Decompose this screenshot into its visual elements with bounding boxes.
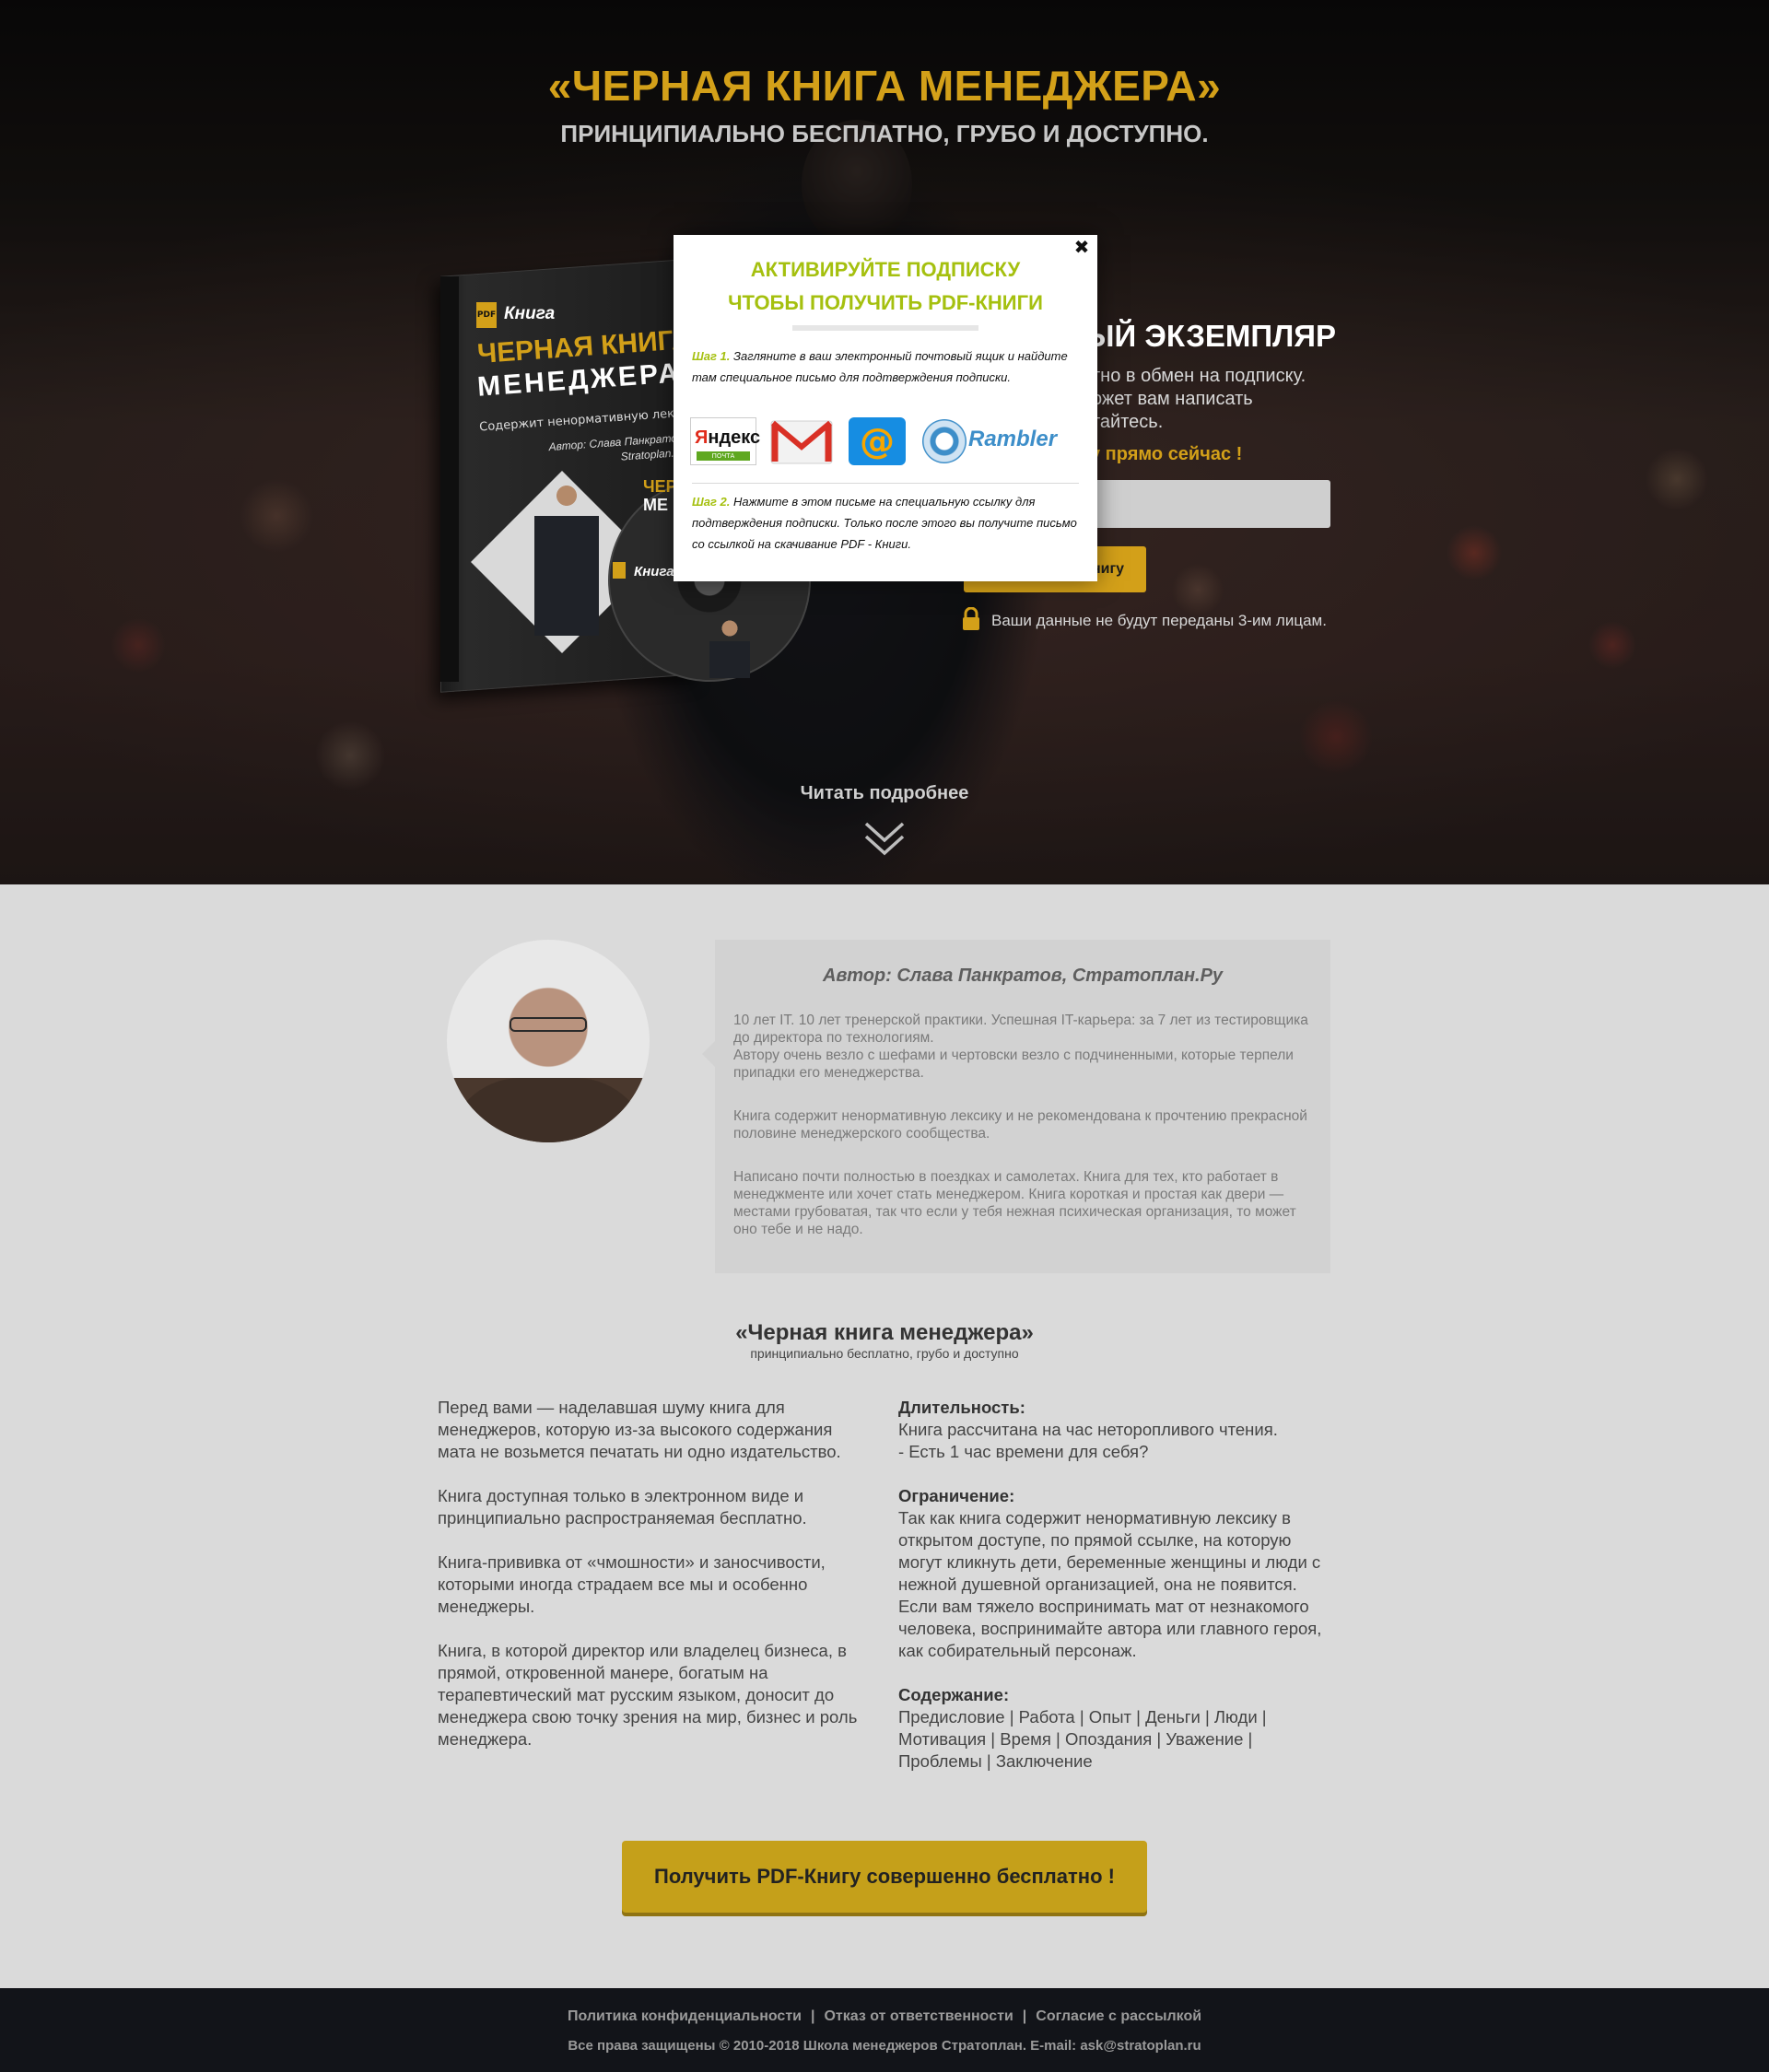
modal-step-2: Шаг 2. Нажмите в этом письме на специаль… xyxy=(692,491,1079,555)
modal-title-line2: ЧТОБЫ ПОЛУЧИТЬ PDF-КНИГИ xyxy=(728,291,1043,314)
privacy-note: Ваши данные не будут переданы 3-им лицам… xyxy=(991,612,1327,629)
rambler-logo-mark xyxy=(922,419,967,463)
newsletter-consent-link[interactable]: Согласие с рассылкой xyxy=(1036,2008,1201,2024)
get-pdf-button[interactable]: Получить PDF-Книгу совершенно бесплатно … xyxy=(622,1841,1147,1913)
footer-links: Политика конфиденциальности | Отказ от отв… xyxy=(0,2008,1769,2025)
author-bio-3: Книга содержит ненормативную лексику и н… xyxy=(733,1108,1307,1141)
hero-title: «ЧЕРНАЯ КНИГА МЕНЕДЖЕРА» xyxy=(547,62,1222,110)
contents-text: Предисловие | Работа | Опыт | Деньги | Л… xyxy=(898,1707,1267,1771)
read-more-link[interactable]: Читать подробнее xyxy=(0,783,1769,804)
description-right: Длительность: Книга рассчитана на час не… xyxy=(898,1397,1331,1795)
book-author-figure xyxy=(534,470,599,636)
avatar xyxy=(447,940,650,1142)
mail-services: Яндекс ПОЧТА @ Rambler xyxy=(690,417,1077,469)
book-spine xyxy=(440,276,459,682)
privacy-policy-link[interactable]: Политика конфиденциальности xyxy=(568,2008,802,2024)
footer-copyright: Все права защищены © 2010-2018 Школа мен… xyxy=(568,2038,1201,2054)
disc-pdf-icon xyxy=(613,562,626,579)
avatar-body xyxy=(447,1078,650,1142)
step-1-text: Загляните в ваш электронный почтовый ящи… xyxy=(692,349,1068,384)
section-title: «Черная книга менеджера» xyxy=(735,1320,1034,1345)
restriction-text: Так как книга содержит ненормативную лек… xyxy=(898,1508,1322,1660)
subscription-modal: ✖ АКТИВИРУЙТЕ ПОДПИСКУ ЧТОБЫ ПОЛУЧИТЬ PD… xyxy=(674,235,1097,581)
yandex-logo-sub: ПОЧТА xyxy=(697,451,750,461)
lock-icon xyxy=(963,607,979,630)
disc-title: ЧЕР МЕ xyxy=(643,477,677,514)
modal-title: АКТИВИРУЙТЕ ПОДПИСКУ ЧТОБЫ ПОЛУЧИТЬ PDF-… xyxy=(674,253,1097,320)
footer-separator: | xyxy=(811,2008,815,2024)
avatar-glasses xyxy=(510,1017,587,1032)
mailru-icon[interactable]: @ xyxy=(849,417,906,465)
author-name: Автор: Слава Панкратов, Стратоплан.Ру xyxy=(822,966,1224,986)
footer: Политика конфиденциальности | Отказ от отв… xyxy=(0,1988,1769,2072)
modal-title-line1: АКТИВИРУЙТЕ ПОДПИСКУ xyxy=(750,258,1021,281)
disc-title-line2: МЕ xyxy=(643,496,668,514)
modal-divider xyxy=(792,325,978,331)
description-paragraph-3: Книга-прививка от «чмошности» и заносчив… xyxy=(438,1552,826,1616)
hero-subtitle: ПРИНЦИПИАЛЬНО БЕСПЛАТНО, ГРУБО И ДОСТУПН… xyxy=(560,120,1209,147)
disc-author-figure xyxy=(709,614,750,678)
author-bio-1: 10 лет IT. 10 лет тренерской практики. У… xyxy=(733,1013,1308,1046)
rambler-icon[interactable]: Rambler xyxy=(922,417,1059,465)
step-2-label: Шаг 2. xyxy=(692,495,731,509)
description-paragraph-1: Перед вами — наделавшая шуму книга для м… xyxy=(438,1398,841,1461)
restriction-heading: Ограничение: xyxy=(898,1486,1015,1505)
disc-label: Книга xyxy=(634,564,674,579)
author-bio-2: Автору очень везло с шефами и чертовски … xyxy=(733,1048,1294,1081)
book-label: Книга xyxy=(504,304,556,323)
rambler-logo-text: Rambler xyxy=(968,427,1058,451)
contents-heading: Содержание: xyxy=(898,1685,1010,1704)
modal-step-1: Шаг 1. Загляните в ваш электронный почто… xyxy=(692,345,1079,388)
author-bio: 10 лет IT. 10 лет тренерской практики. У… xyxy=(733,1012,1312,1264)
footer-separator: | xyxy=(1022,2008,1027,2024)
author-bio-4: Написано почти полностью в поездках и са… xyxy=(733,1169,1296,1237)
author-panel: Автор: Слава Панкратов, Стратоплан.Ру 10… xyxy=(702,940,1330,1273)
description-left: Перед вами — наделавшая шуму книга для м… xyxy=(438,1397,871,1773)
modal-separator xyxy=(692,483,1079,484)
disclaimer-link[interactable]: Отказ от ответственности xyxy=(824,2008,1013,2024)
yandex-mail-icon[interactable]: Яндекс ПОЧТА xyxy=(690,417,760,465)
section-subtitle: принципиально бесплатно, грубо и доступн… xyxy=(750,1346,1019,1361)
mailru-symbol: @ xyxy=(860,421,895,462)
duration-question: - Есть 1 час времени для себя? xyxy=(898,1442,1149,1461)
pdf-icon: PDF xyxy=(476,302,497,328)
disc-title-line1: ЧЕР xyxy=(643,477,677,496)
duration-text: Книга рассчитана на час неторопливого чт… xyxy=(898,1420,1278,1439)
description-paragraph-2: Книга доступная только в электронном вид… xyxy=(438,1486,807,1528)
step-2-text: Нажмите в этом письме на специальную ссы… xyxy=(692,495,1077,551)
yandex-logo-text: Яндекс xyxy=(695,427,761,448)
chevron-down-icon[interactable] xyxy=(862,816,907,860)
description-paragraph-4: Книга, в которой директор или владелец б… xyxy=(438,1641,858,1749)
gmail-icon[interactable] xyxy=(769,417,834,465)
duration-heading: Длительность: xyxy=(898,1398,1025,1417)
step-1-label: Шаг 1. xyxy=(692,349,731,363)
